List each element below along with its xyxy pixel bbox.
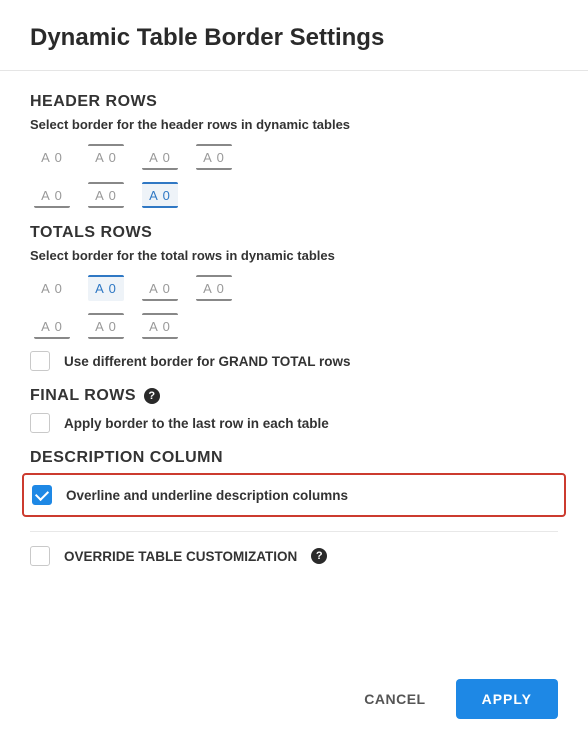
description-overline-checkbox[interactable] (32, 485, 52, 505)
totals-border-bottom[interactable]: A 0 (142, 275, 178, 301)
final-rows-label: Apply border to the last row in each tab… (64, 416, 329, 431)
header-border-none[interactable]: A 0 (34, 144, 70, 170)
help-icon[interactable]: ? (144, 388, 160, 404)
header-swatch-row-1: A 0 A 0 A 0 A 0 (34, 144, 558, 170)
description-overline-label: Overline and underline description colum… (66, 488, 348, 503)
cancel-button[interactable]: CANCEL (358, 690, 431, 708)
grand-total-row: Use different border for GRAND TOTAL row… (30, 351, 558, 371)
dialog-border-settings: Dynamic Table Border Settings HEADER ROW… (0, 0, 588, 739)
totals-swatch-row-2: A 0 A 0 A 0 (34, 313, 558, 339)
totals-border-both-1[interactable]: A 0 (196, 275, 232, 301)
dialog-title: Dynamic Table Border Settings (30, 24, 558, 52)
section-title-header-rows: HEADER ROWS (30, 93, 558, 111)
description-overline-row: Overline and underline description colum… (32, 485, 556, 505)
override-row: OVERRIDE TABLE CUSTOMIZATION ? (30, 546, 558, 566)
totals-border-var-3[interactable]: A 0 (142, 313, 178, 339)
totals-border-none[interactable]: A 0 (34, 275, 70, 301)
final-rows-checkbox[interactable] (30, 413, 50, 433)
grand-total-checkbox[interactable] (30, 351, 50, 371)
section-desc-header-rows: Select border for the header rows in dyn… (30, 117, 558, 132)
header-border-top[interactable]: A 0 (88, 144, 124, 170)
apply-button[interactable]: APPLY (456, 679, 558, 719)
override-checkbox[interactable] (30, 546, 50, 566)
header-border-var-1[interactable]: A 0 (34, 182, 70, 208)
totals-border-selected[interactable]: A 0 (88, 275, 124, 301)
grand-total-label: Use different border for GRAND TOTAL row… (64, 354, 351, 369)
highlight-box: Overline and underline description colum… (22, 473, 566, 517)
header-border-var-2[interactable]: A 0 (88, 182, 124, 208)
totals-swatch-row-1: A 0 A 0 A 0 A 0 (34, 275, 558, 301)
section-title-final-rows: FINAL ROWS ? (30, 387, 558, 405)
header-border-selected[interactable]: A 0 (142, 182, 178, 208)
header-border-bottom[interactable]: A 0 (142, 144, 178, 170)
section-title-totals-rows: TOTALS ROWS (30, 224, 558, 242)
help-icon[interactable]: ? (311, 548, 327, 564)
section-title-description-column: DESCRIPTION COLUMN (30, 449, 558, 467)
totals-border-var-1[interactable]: A 0 (34, 313, 70, 339)
section-desc-totals-rows: Select border for the total rows in dyna… (30, 248, 558, 263)
final-rows-row: Apply border to the last row in each tab… (30, 413, 558, 433)
final-rows-text: FINAL ROWS (30, 387, 136, 405)
override-label: OVERRIDE TABLE CUSTOMIZATION (64, 549, 297, 564)
dialog-header: Dynamic Table Border Settings (0, 0, 588, 71)
dialog-body: HEADER ROWS Select border for the header… (0, 71, 588, 566)
dialog-footer: CANCEL APPLY (358, 679, 558, 719)
header-swatch-row-2: A 0 A 0 A 0 (34, 182, 558, 208)
totals-border-var-2[interactable]: A 0 (88, 313, 124, 339)
divider (30, 531, 558, 532)
header-border-both-1[interactable]: A 0 (196, 144, 232, 170)
